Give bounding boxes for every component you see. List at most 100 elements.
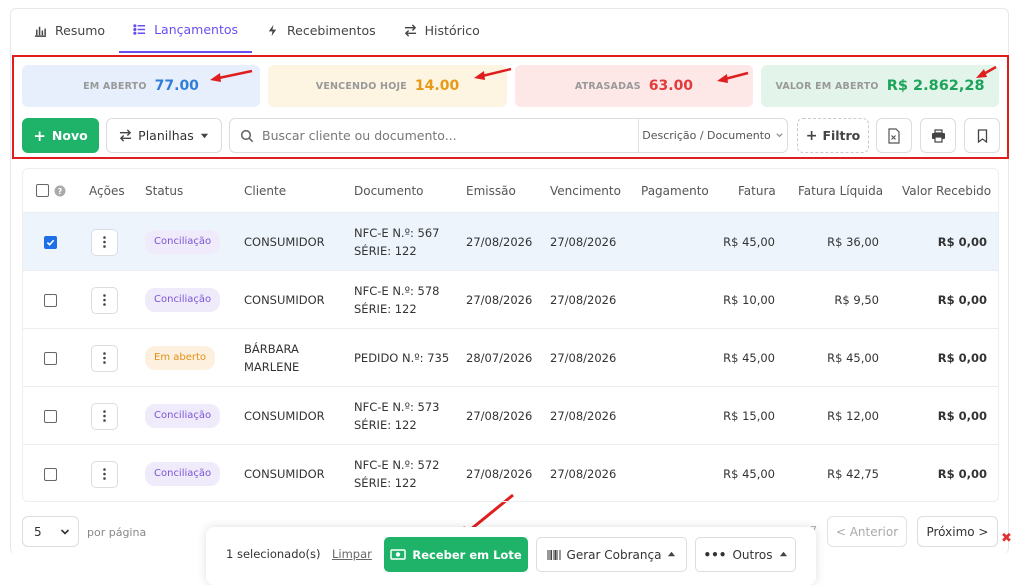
document-cell: NFC-E N.º: 567 SÉRIE: 122 bbox=[354, 213, 439, 271]
export-excel-button[interactable] bbox=[876, 118, 912, 153]
tab-label: Resumo bbox=[55, 23, 106, 38]
select-all[interactable]: ? bbox=[36, 169, 66, 212]
printer-icon bbox=[931, 128, 945, 143]
actions-menu-button[interactable] bbox=[91, 286, 118, 314]
due-date: 27/08/2026 bbox=[550, 293, 617, 307]
receive-batch-label: Receber em Lote bbox=[412, 547, 522, 562]
col-status[interactable]: Status bbox=[145, 169, 183, 212]
annotation-arrow-icon bbox=[210, 69, 253, 82]
invoice-amount: R$ 15,00 bbox=[723, 409, 775, 423]
client-name: CONSUMIDOR bbox=[244, 235, 325, 249]
client-cell: CONSUMIDOR bbox=[244, 387, 325, 445]
received-amount: R$ 0,00 bbox=[937, 235, 987, 249]
annotation-arrow-icon bbox=[976, 65, 997, 78]
next-page-button[interactable]: Próximo > bbox=[917, 516, 998, 547]
col-payment[interactable]: Pagamento bbox=[641, 169, 709, 212]
money-icon bbox=[390, 549, 407, 560]
print-button[interactable] bbox=[920, 118, 956, 153]
previous-page-button[interactable]: < Anterior bbox=[827, 516, 907, 547]
table-row[interactable]: Conciliação CONSUMIDOR NFC-E N.º: 572 SÉR… bbox=[23, 444, 998, 501]
row-actions[interactable] bbox=[91, 271, 118, 329]
due-date: 27/08/2026 bbox=[550, 409, 617, 423]
generate-charge-dropdown[interactable]: Gerar Cobrança bbox=[536, 537, 687, 572]
actions-menu-button[interactable] bbox=[91, 402, 118, 430]
select-all-checkbox[interactable] bbox=[36, 184, 49, 197]
sheets-dropdown[interactable]: Planilhas bbox=[106, 118, 222, 153]
new-button[interactable]: + Novo bbox=[22, 118, 99, 153]
tab-lancamentos[interactable]: Lançamentos bbox=[119, 8, 253, 53]
chevron-down-icon bbox=[60, 528, 70, 535]
summary-card-open-amount[interactable]: VALOR EM ABERTO R$ 2.862,28 bbox=[761, 65, 999, 107]
table-row[interactable]: Conciliação CONSUMIDOR NFC-E N.º: 573 SÉR… bbox=[23, 386, 998, 445]
caret-down-icon bbox=[200, 133, 208, 139]
document-number: NFC-E N.º: 578 bbox=[354, 284, 440, 298]
issue-date: 28/07/2026 bbox=[466, 351, 533, 365]
net-amount: R$ 36,00 bbox=[827, 235, 879, 249]
checkbox[interactable] bbox=[44, 351, 57, 365]
row-checkbox[interactable] bbox=[44, 445, 57, 501]
others-label: Outros bbox=[732, 547, 773, 562]
tab-recebimentos[interactable]: Recebimentos bbox=[252, 8, 390, 53]
barcode-icon bbox=[546, 549, 561, 560]
close-icon[interactable]: ✖ bbox=[1001, 531, 1012, 546]
filter-label: Filtro bbox=[822, 128, 861, 143]
row-actions[interactable] bbox=[91, 213, 118, 271]
net-amount: R$ 9,50 bbox=[834, 293, 879, 307]
selected-count: 1 selecionado(s) bbox=[226, 547, 321, 561]
actions-menu-button[interactable] bbox=[91, 344, 118, 372]
col-net-invoice[interactable]: Fatura Líquida bbox=[798, 169, 883, 212]
row-checkbox[interactable] bbox=[44, 387, 57, 445]
actions-menu-button[interactable] bbox=[91, 460, 118, 488]
svg-text:?: ? bbox=[58, 187, 63, 196]
card-value: 63.00 bbox=[648, 78, 694, 94]
clear-selection-link[interactable]: Limpar bbox=[332, 547, 372, 561]
row-checkbox[interactable] bbox=[44, 213, 57, 271]
issue-date: 27/08/2026 bbox=[466, 293, 533, 307]
plus-icon: + bbox=[33, 126, 46, 145]
per-page-label: por página bbox=[87, 526, 147, 539]
row-checkbox[interactable] bbox=[44, 329, 57, 387]
actions-menu-button[interactable] bbox=[91, 228, 118, 256]
swap-icon bbox=[120, 129, 132, 142]
checkbox[interactable] bbox=[44, 293, 57, 307]
excel-icon bbox=[888, 127, 900, 144]
kebab-icon bbox=[103, 236, 106, 248]
table-row[interactable]: Em aberto BÁRBARA MARLENE PEDIDO N.º: 735… bbox=[23, 328, 998, 387]
search-bar: Descrição / Documento bbox=[229, 118, 788, 153]
checked-checkbox[interactable] bbox=[44, 235, 57, 249]
col-due[interactable]: Vencimento bbox=[550, 169, 621, 212]
checkbox[interactable] bbox=[44, 409, 57, 423]
status-cell: Conciliação bbox=[145, 387, 221, 445]
per-page-select[interactable]: 5 bbox=[22, 516, 79, 547]
col-invoice[interactable]: Fatura bbox=[738, 169, 776, 212]
col-document[interactable]: Documento bbox=[354, 169, 424, 212]
chevron-down-icon bbox=[776, 133, 783, 138]
document-series: SÉRIE: 122 bbox=[354, 302, 417, 316]
row-checkbox[interactable] bbox=[44, 271, 57, 329]
bookmark-button[interactable] bbox=[964, 118, 1000, 153]
col-actions[interactable]: Ações bbox=[89, 169, 125, 212]
others-dropdown[interactable]: ••• Outros bbox=[695, 537, 796, 572]
filter-button[interactable]: + Filtro bbox=[797, 118, 869, 153]
search-input[interactable] bbox=[262, 128, 638, 143]
client-name-2: MARLENE bbox=[244, 360, 300, 374]
issue-date: 27/08/2026 bbox=[466, 409, 533, 423]
checkbox[interactable] bbox=[44, 467, 57, 481]
row-actions[interactable] bbox=[91, 445, 118, 501]
search-type-select[interactable]: Descrição / Documento bbox=[639, 129, 787, 142]
bulk-action-bar: 1 selecionado(s) Limpar Receber em Lote … bbox=[206, 527, 816, 585]
col-received[interactable]: Valor Recebido bbox=[902, 169, 991, 212]
receive-batch-button[interactable]: Receber em Lote bbox=[384, 537, 528, 572]
row-actions[interactable] bbox=[91, 329, 118, 387]
table-row[interactable]: Conciliação CONSUMIDOR NFC-E N.º: 567 SÉR… bbox=[23, 212, 998, 271]
search-icon bbox=[240, 129, 254, 142]
col-client[interactable]: Cliente bbox=[244, 169, 286, 212]
row-actions[interactable] bbox=[91, 387, 118, 445]
status-badge: Conciliação bbox=[145, 288, 221, 312]
col-issue[interactable]: Emissão bbox=[466, 169, 516, 212]
document-cell: NFC-E N.º: 573 SÉRIE: 122 bbox=[354, 387, 439, 445]
table-row[interactable]: Conciliação CONSUMIDOR NFC-E N.º: 578 SÉR… bbox=[23, 270, 998, 329]
tab-resumo[interactable]: Resumo bbox=[20, 8, 119, 53]
search-type-label: Descrição / Documento bbox=[642, 129, 771, 142]
tab-historico[interactable]: Histórico bbox=[390, 8, 494, 53]
